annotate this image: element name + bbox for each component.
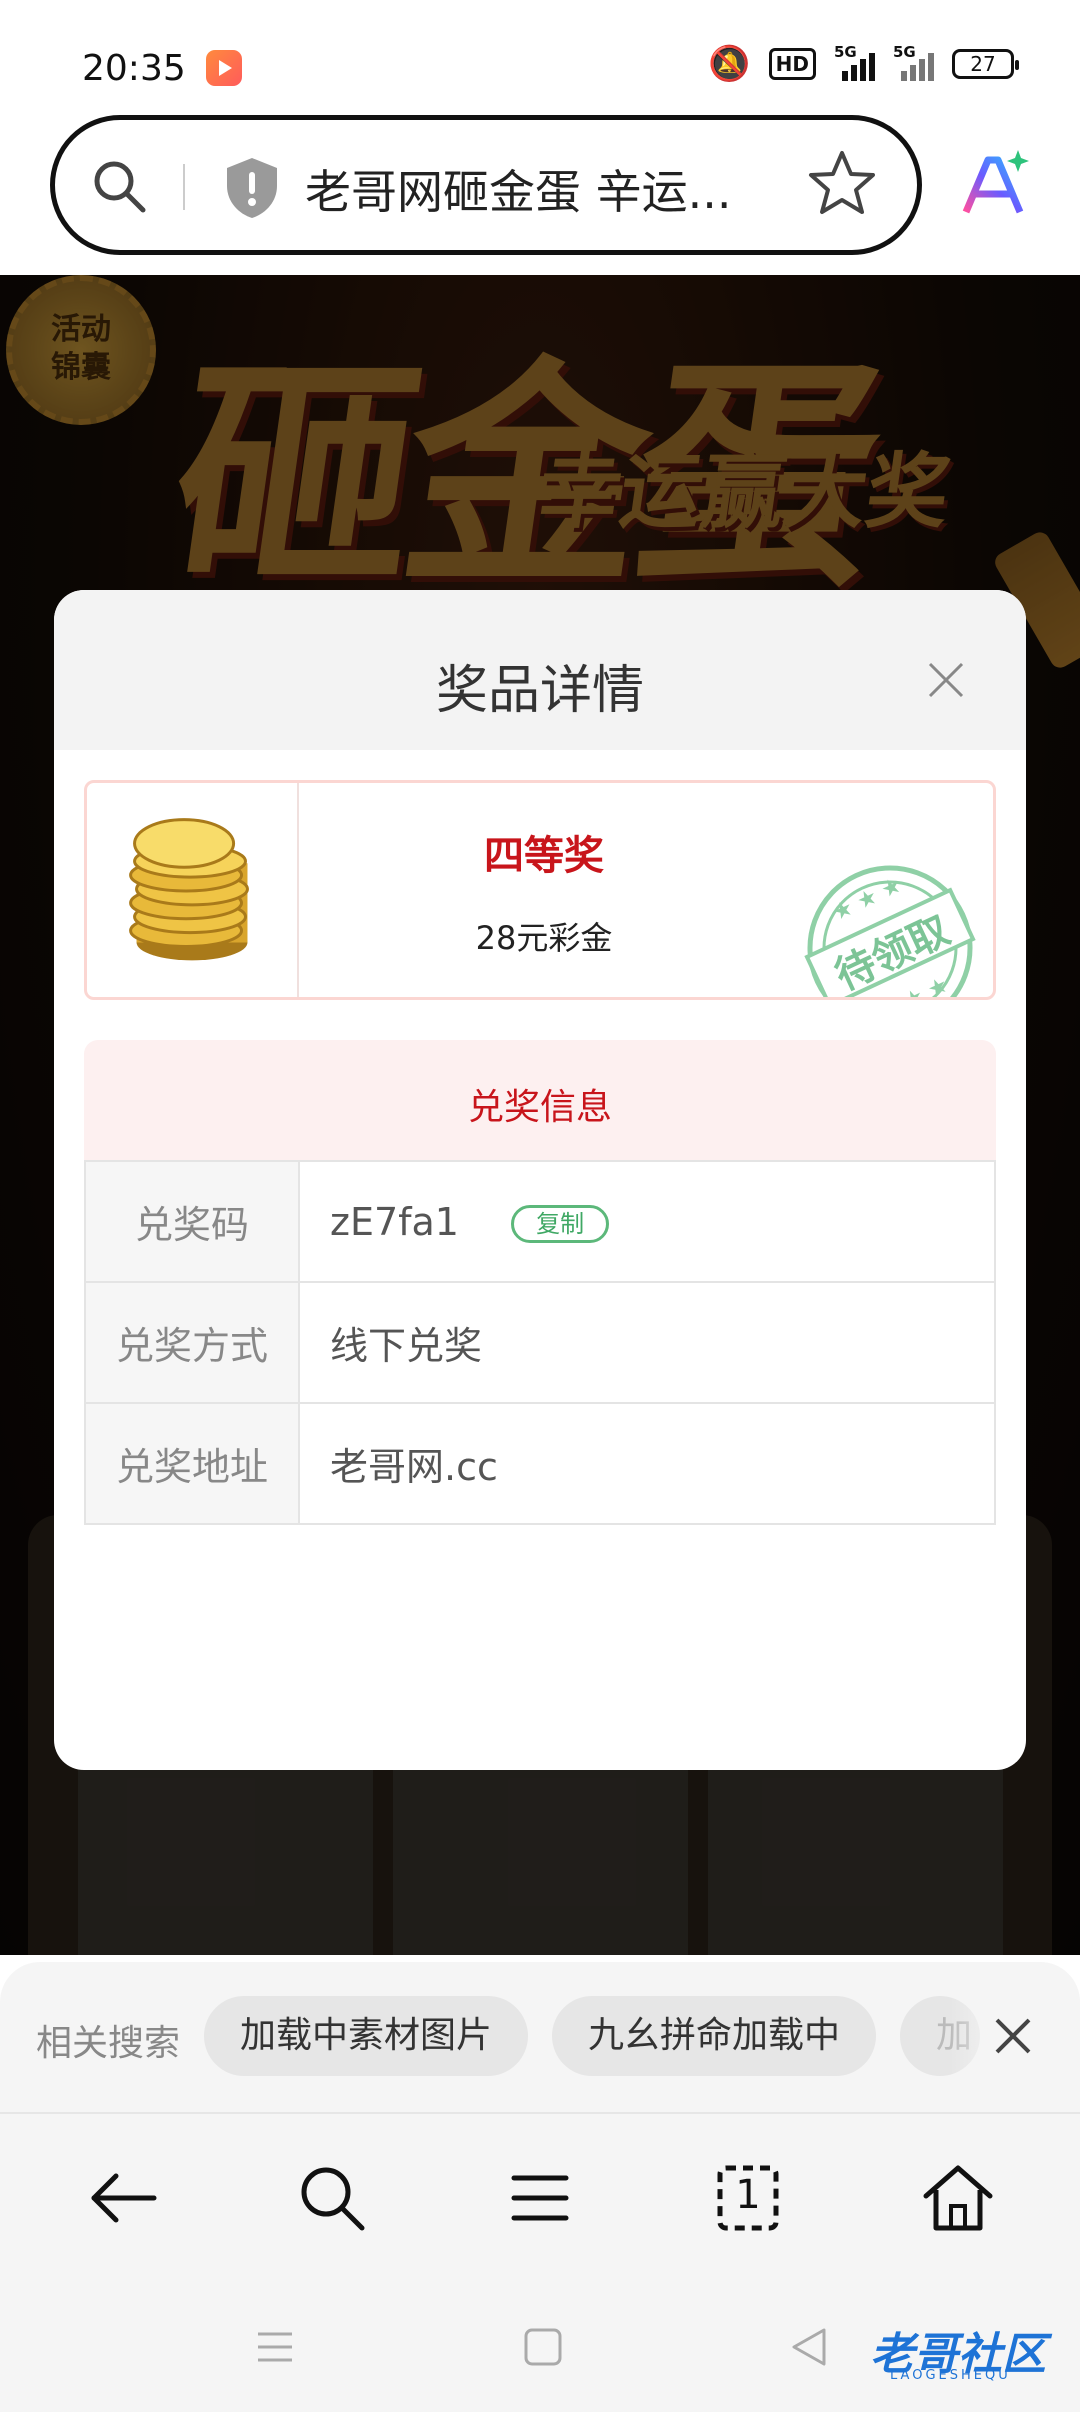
browser-toolbar: 1 [0,2114,1080,2282]
redeem-address-label: 兑奖地址 [84,1402,300,1525]
battery-icon: 27 [952,49,1019,79]
address-bar[interactable]: 老哥网砸金蛋 辛运... [50,115,922,255]
copy-button[interactable]: 复制 [511,1205,610,1243]
watermark-logo: 老哥社区 LAOGESHEQU [830,2312,1070,2392]
related-search-label: 相关搜索 [36,2023,181,2064]
bell-muted-icon: 🔕 [708,44,751,84]
search-icon[interactable] [89,156,149,216]
redeem-method-label: 兑奖方式 [84,1281,300,1404]
prize-description: 28元彩金 [475,919,613,957]
close-icon[interactable] [926,660,966,700]
tabs-button[interactable]: 1 [708,2158,788,2238]
redeem-code-cell: zE7fa1 复制 [298,1160,996,1283]
search-icon[interactable] [292,2158,372,2238]
modal-title: 奖品详情 [435,661,644,721]
related-search-chip[interactable]: 加载中素材图片 [204,1996,529,2076]
redeem-info-header: 兑奖信息 [84,1040,996,1160]
redeem-info-title: 兑奖信息 [467,1087,612,1128]
back-triangle-icon[interactable] [786,2322,836,2372]
related-search-bar: 相关搜索 加载中素材图片 九幺拼命加载中 加 [0,1962,1080,2114]
modal-header: 奖品详情 [54,590,1026,750]
redeem-code-value: zE7fa1 [330,1199,459,1244]
prize-detail-modal: 奖品详情 四等奖 28元彩金 ★ ★ ★ ★ ★ ★ 待领取 兑奖信息 兑奖码 … [54,590,1026,1770]
redeem-method-value: 线下兑奖 [298,1281,996,1404]
ai-icon[interactable] [958,148,1030,220]
redeem-info-table: 兑奖码 zE7fa1 复制 兑奖方式 线下兑奖 兑奖地址 老哥网.cc [84,1160,996,1525]
watermark-sub: LAOGESHEQU [890,2368,1011,2383]
prize-level: 四等奖 [484,833,604,879]
tabs-count: 1 [735,2172,761,2218]
home-square-icon[interactable] [518,2322,568,2372]
hd-icon: HD [768,48,816,80]
redeem-address-value: 老哥网.cc [298,1402,996,1525]
gold-coins-icon [129,783,299,997]
page-title[interactable]: 老哥网砸金蛋 辛运... [305,156,732,222]
star-icon[interactable] [807,148,877,218]
signal-icon: 5G [834,43,875,81]
video-app-icon [206,50,242,86]
prize-card: 四等奖 28元彩金 ★ ★ ★ ★ ★ ★ 待领取 [84,780,996,1000]
status-icons: 🔕 HD 5G 5G 27 [708,43,1019,84]
shield-icon[interactable] [223,156,281,220]
home-icon[interactable] [918,2158,998,2238]
menu-icon[interactable] [500,2158,580,2238]
table-row: 兑奖方式 线下兑奖 [84,1281,996,1404]
recent-apps-icon[interactable] [250,2322,300,2372]
close-icon[interactable] [993,2016,1033,2056]
status-bar: 20:35 🔕 HD 5G 5G 27 [0,0,1080,110]
back-arrow-icon[interactable] [84,2158,164,2238]
divider [183,164,185,210]
pending-stamp: ★ ★ ★ ★ ★ ★ 待领取 [777,835,993,997]
redeem-code-label: 兑奖码 [84,1160,300,1283]
table-row: 兑奖码 zE7fa1 复制 [84,1160,996,1283]
system-nav-bar: 老哥社区 LAOGESHEQU [0,2282,1080,2412]
status-time: 20:35 [82,48,186,89]
table-row: 兑奖地址 老哥网.cc [84,1402,996,1525]
signal-icon-2: 5G [893,43,934,81]
related-search-chip[interactable]: 九幺拼命加载中 [552,1996,877,2076]
